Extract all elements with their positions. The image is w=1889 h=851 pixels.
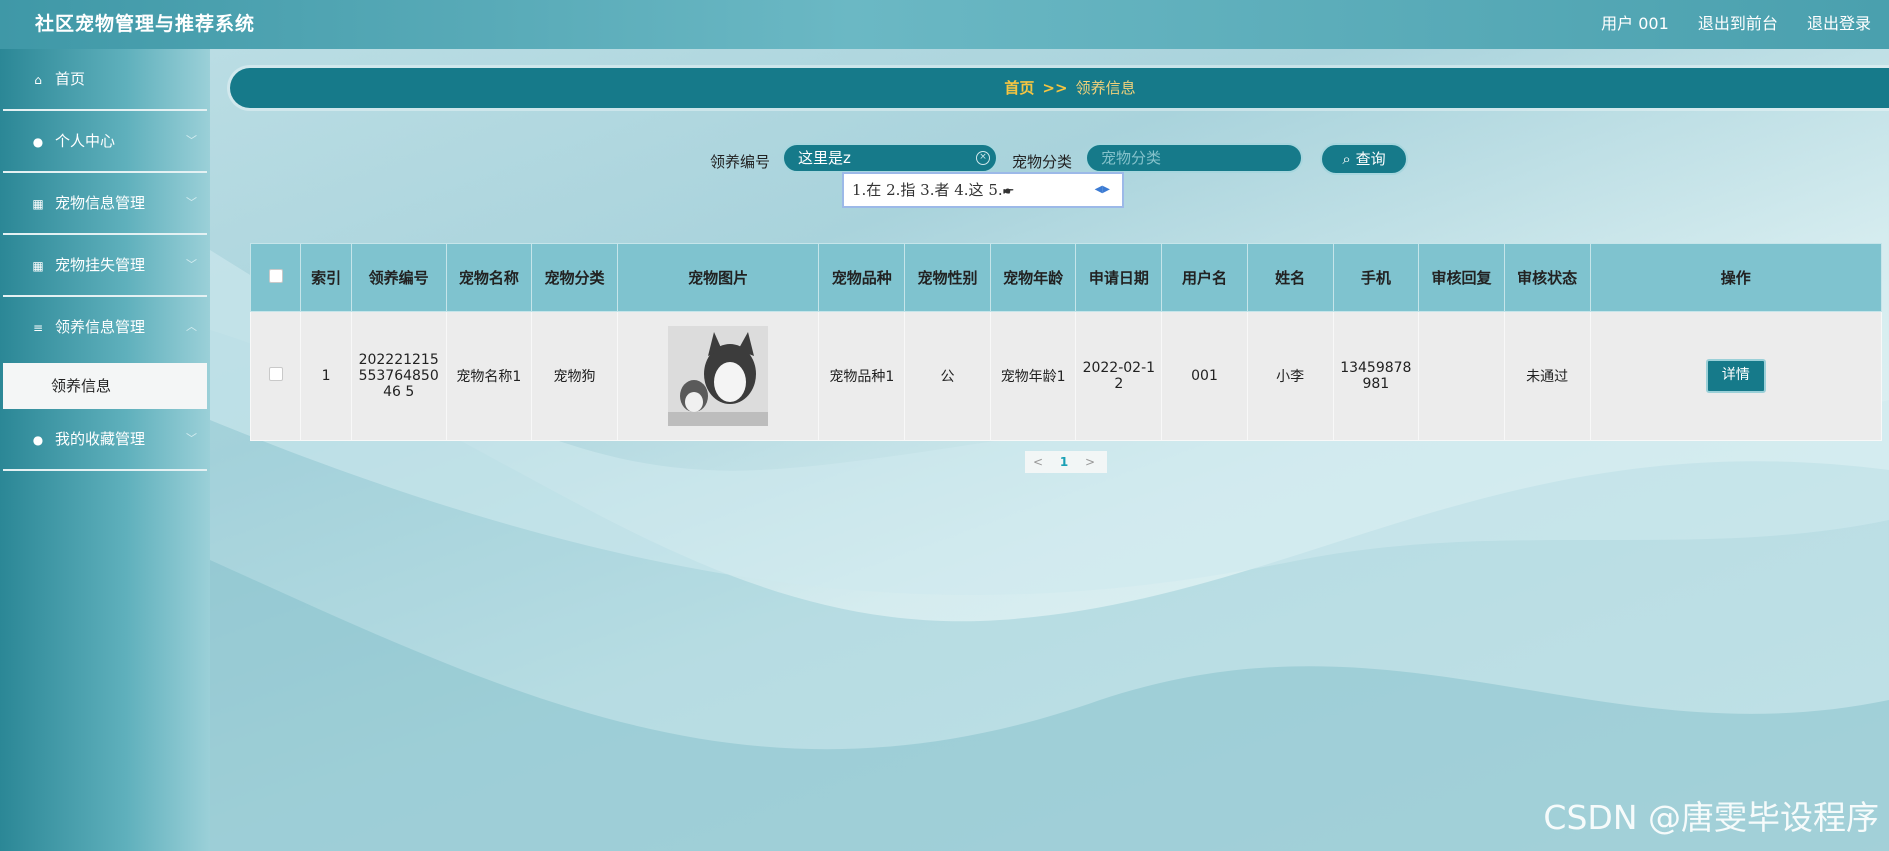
col-header: 宠物年龄 [989, 243, 1077, 312]
col-header: 宠物图片 [616, 243, 820, 312]
prev-page-button[interactable]: < [1025, 451, 1051, 473]
cell-pet-age: 宠物年龄1 [989, 311, 1077, 441]
pin-icon: ● [32, 433, 44, 447]
back-to-front-link[interactable]: 退出到前台 [1698, 14, 1778, 33]
app-title: 社区宠物管理与推荐系统 [35, 13, 256, 35]
cell-phone: 13459878981 [1332, 311, 1420, 441]
ime-candidates: 1.在 2.指 3.者 4.这 5.🖝 [852, 181, 1014, 199]
cell-name: 小李 [1246, 311, 1334, 441]
sidebar-item-label: 宠物挂失管理 [55, 256, 146, 274]
logout-link[interactable]: 退出登录 [1807, 14, 1871, 33]
search-icon: ⌕ [1342, 150, 1351, 168]
sidebar-item-adoption[interactable]: ≡ 领养信息管理 ︿ [3, 297, 207, 359]
breadcrumb-home[interactable]: 首页 [1004, 79, 1034, 97]
cell-adopt-no: 20222121555376485046 5 [350, 311, 447, 441]
adopt-no-value: 这里是z [798, 149, 851, 167]
sidebar-subitem-adoption-info[interactable]: 领养信息 [3, 363, 207, 409]
cell-pet-name: 宠物名称1 [445, 311, 533, 441]
top-header: 社区宠物管理与推荐系统 用户 001 退出到前台 退出登录 [0, 0, 1889, 49]
col-header: 申请日期 [1075, 243, 1163, 312]
query-button-label: 查询 [1355, 150, 1386, 168]
col-header: 姓名 [1246, 243, 1334, 312]
grid-icon: ▦ [32, 197, 44, 211]
current-user-label: 用户 001 [1601, 14, 1669, 33]
cell-pet-breed: 宠物品种1 [818, 311, 906, 441]
select-all-cell[interactable] [249, 243, 302, 312]
table-header-row: 索引 领养编号 宠物名称 宠物分类 宠物图片 宠物品种 宠物性别 宠物年龄 申请… [249, 243, 1883, 312]
watermark: CSDN @唐雯毕设程序 [1543, 798, 1879, 837]
col-header: 索引 [300, 243, 352, 312]
cell-pet-gender: 公 [904, 311, 991, 441]
sidebar-item-home[interactable]: ⌂ 首页 [3, 49, 207, 111]
chevron-down-icon: ﹀ [186, 258, 197, 271]
cell-pet-category: 宠物狗 [531, 311, 618, 441]
list-icon: ≡ [32, 321, 44, 335]
sidebar-item-pet-lost[interactable]: ▦ 宠物挂失管理 ﹀ [3, 235, 207, 297]
col-header: 用户名 [1161, 243, 1248, 312]
table-row: 1 20222121555376485046 5 宠物名称1 宠物狗 宠物品种1… [249, 311, 1883, 441]
chevron-down-icon: ﹀ [186, 196, 197, 209]
pet-photo [668, 326, 769, 426]
breadcrumb-current: 领养信息 [1075, 79, 1136, 97]
pagination: <1 > [1025, 451, 1107, 473]
breadcrumb: 首页 >> 领养信息 [230, 68, 1889, 108]
query-button[interactable]: ⌕ 查询 [1320, 143, 1408, 175]
col-header: 审核状态 [1503, 243, 1591, 312]
pet-category-input[interactable]: 宠物分类 [1085, 143, 1303, 173]
sidebar-item-label: 我的收藏管理 [55, 430, 146, 448]
col-header: 手机 [1332, 243, 1420, 312]
row-select-cell[interactable] [249, 311, 302, 441]
sidebar-item-label: 宠物信息管理 [55, 194, 146, 212]
col-header: 宠物性别 [904, 243, 991, 312]
cell-pet-image [616, 311, 820, 441]
breadcrumb-separator: >> [1042, 79, 1068, 97]
ime-candidate-popup[interactable]: 1.在 2.指 3.者 4.这 5.🖝 ◀▶ [842, 172, 1124, 208]
grid-icon: ▦ [32, 259, 44, 273]
col-header: 审核回复 [1418, 243, 1505, 312]
col-header: 宠物名称 [445, 243, 533, 312]
sidebar-item-pet-info[interactable]: ▦ 宠物信息管理 ﹀ [3, 173, 207, 235]
col-header: 操作 [1589, 243, 1883, 312]
cell-username: 001 [1161, 311, 1248, 441]
chevron-up-icon: ︿ [186, 320, 197, 333]
sidebar-item-label: 领养信息管理 [55, 318, 146, 336]
header-links: 用户 001 退出到前台 退出登录 [1577, 10, 1871, 34]
next-page-button[interactable]: > [1077, 451, 1103, 473]
page-number-button[interactable]: 1 [1051, 451, 1077, 473]
cell-review-reply [1418, 311, 1505, 441]
cell-review-status: 未通过 [1503, 311, 1591, 441]
sidebar-item-label: 首页 [55, 70, 86, 88]
col-header: 领养编号 [350, 243, 447, 312]
pet-category-label: 宠物分类 [1012, 153, 1073, 171]
adoption-table: 索引 领养编号 宠物名称 宠物分类 宠物图片 宠物品种 宠物性别 宠物年龄 申请… [249, 243, 1883, 441]
cell-actions: 详情 [1589, 311, 1883, 441]
ime-page-arrows-icon[interactable]: ◀▶ [1095, 174, 1110, 206]
cell-apply-date: 2022-02-12 [1075, 311, 1163, 441]
row-checkbox[interactable] [268, 367, 283, 381]
select-all-checkbox[interactable] [268, 268, 283, 283]
sidebar-item-favorites[interactable]: ● 我的收藏管理 ﹀ [3, 409, 207, 471]
clear-icon[interactable]: × [976, 151, 990, 165]
col-header: 宠物分类 [531, 243, 618, 312]
cell-index: 1 [300, 311, 352, 441]
adopt-no-input[interactable]: 这里是z × [782, 143, 998, 173]
detail-button[interactable]: 详情 [1705, 359, 1766, 393]
adopt-no-label: 领养编号 [710, 153, 771, 171]
home-icon: ⌂ [34, 73, 42, 87]
chevron-down-icon: ﹀ [186, 432, 197, 445]
col-header: 宠物品种 [818, 243, 906, 312]
